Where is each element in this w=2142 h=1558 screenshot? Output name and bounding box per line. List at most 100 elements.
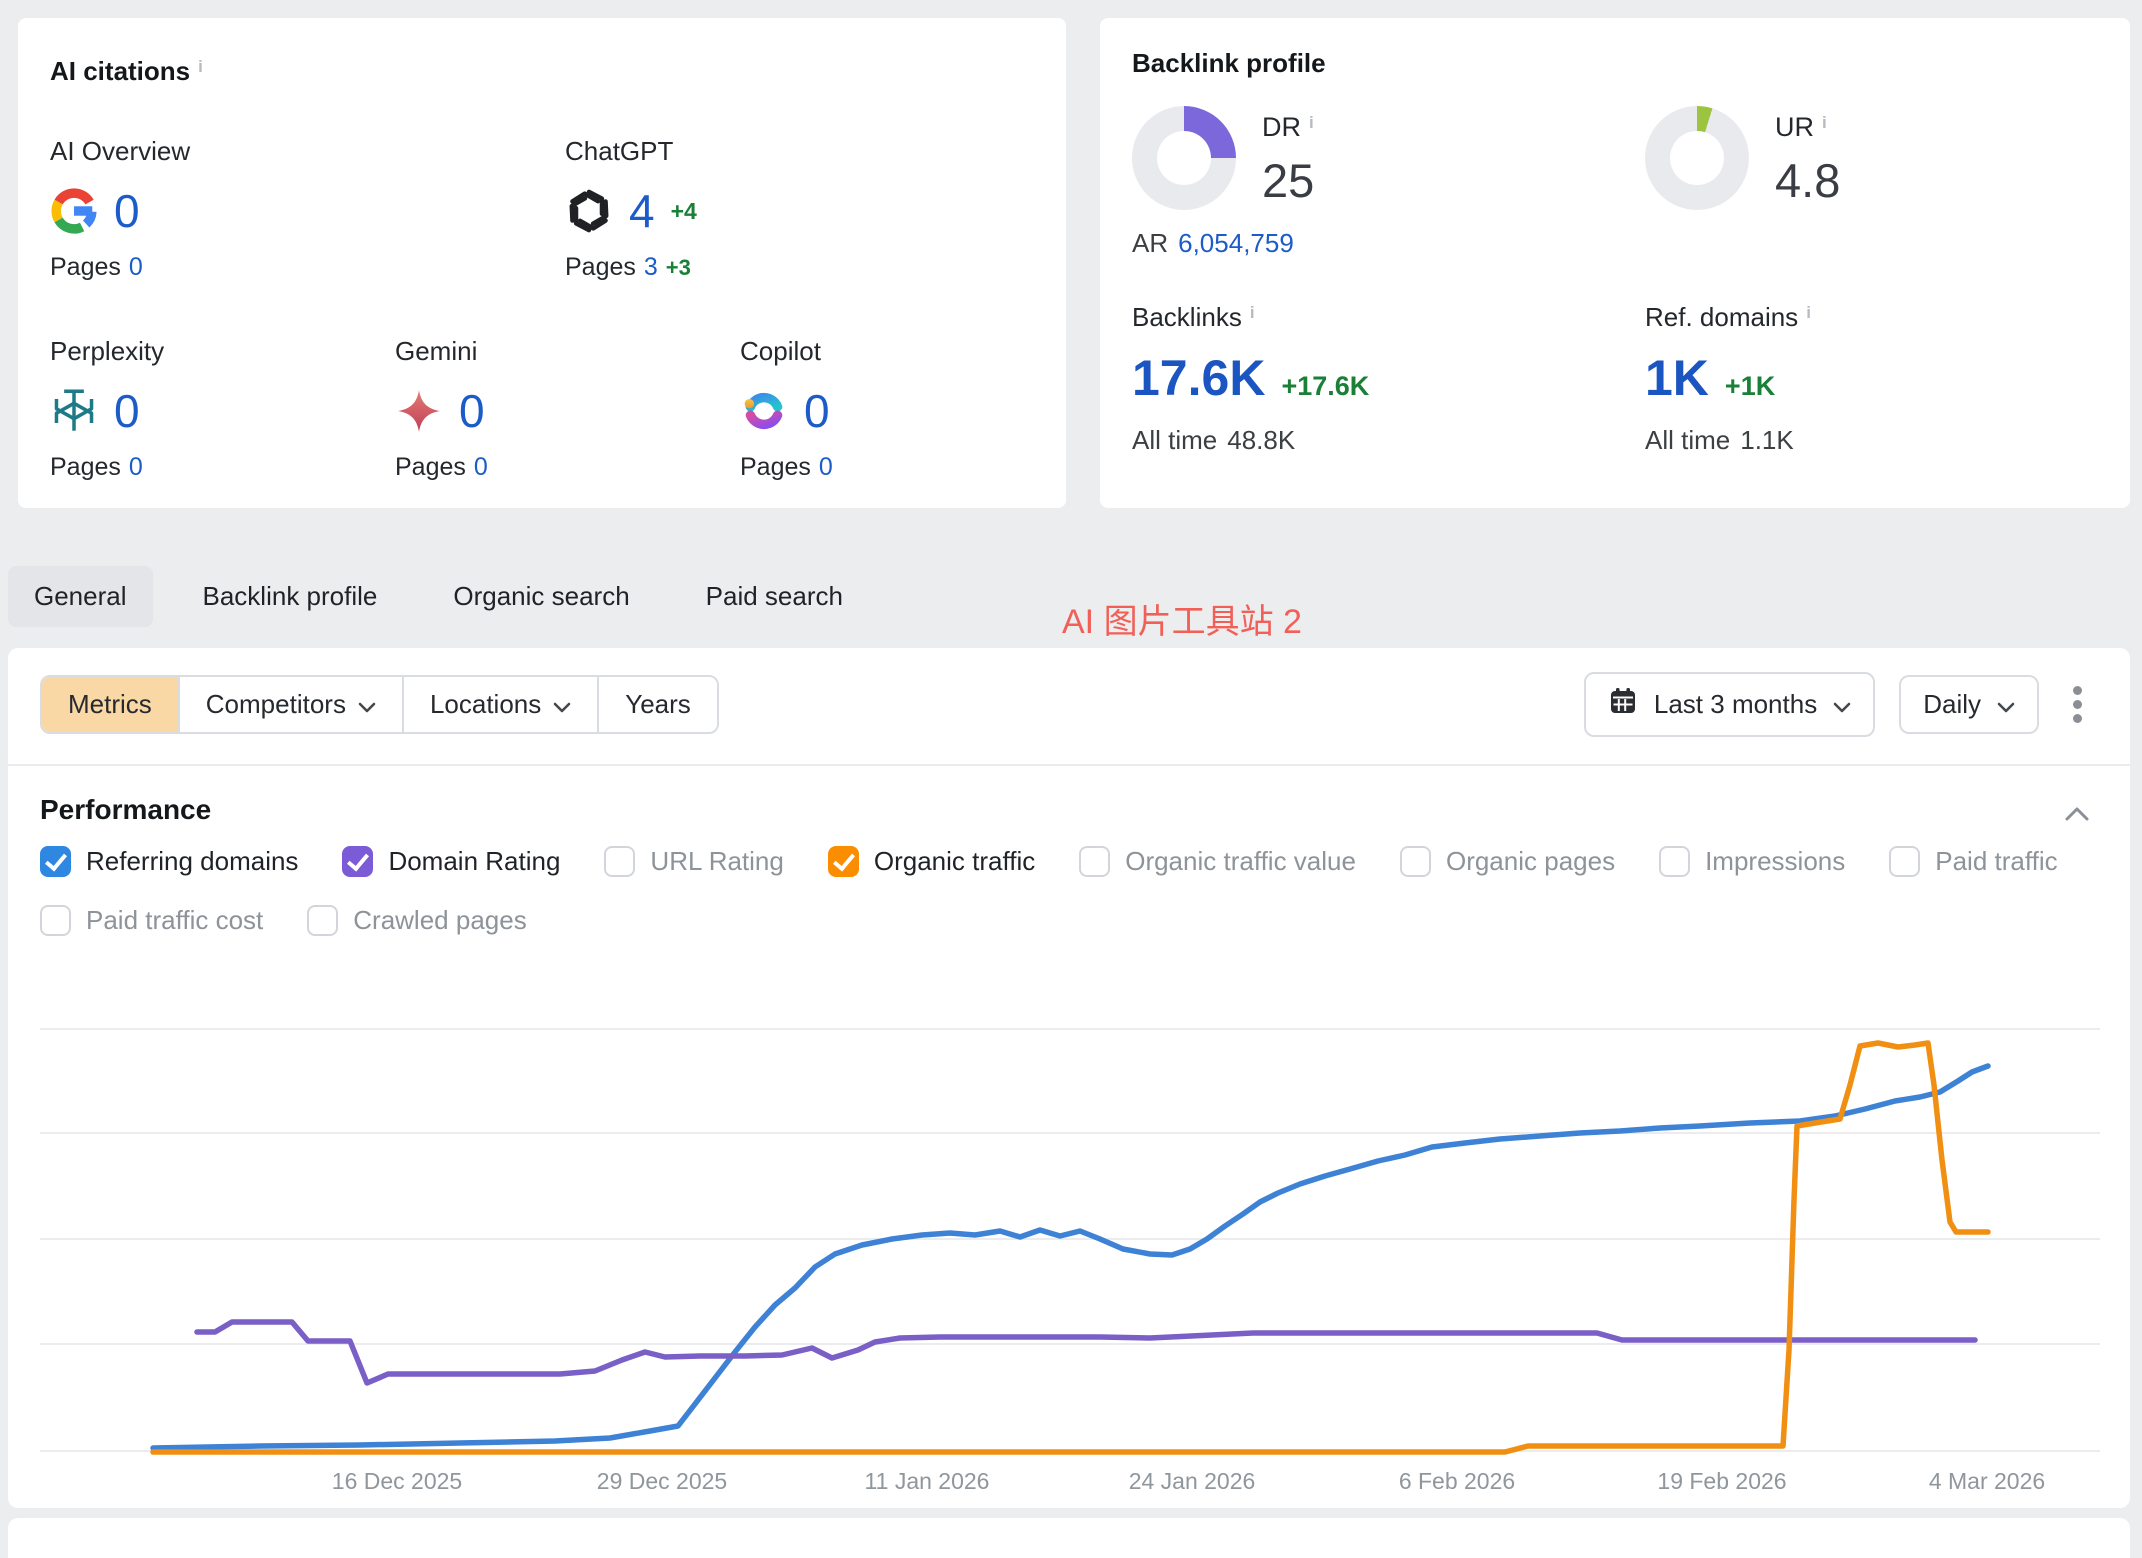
metric-label: Referring domains (86, 846, 298, 877)
x-axis-label: 24 Jan 2026 (1129, 1468, 1256, 1494)
engine-citations-value[interactable]: 0 (114, 384, 140, 438)
backlink-profile-card: Backlink profile DR 25 AR6,054,759 Backl… (1100, 18, 2130, 508)
x-axis-label: 6 Feb 2026 (1399, 1468, 1515, 1494)
segment-locations[interactable]: Locations (404, 677, 599, 732)
segment-years[interactable]: Years (599, 677, 717, 732)
engine-pages-value[interactable]: 0 (474, 453, 488, 481)
checkbox-unchecked[interactable] (1659, 846, 1690, 877)
metric-checkbox-organic-traffic[interactable]: Organic traffic (828, 846, 1035, 877)
engine-name: AI Overview (50, 136, 565, 167)
date-range-button[interactable]: Last 3 months (1584, 672, 1875, 737)
backlinks-value[interactable]: 17.6K (1132, 349, 1265, 407)
x-axis-label: 11 Jan 2026 (865, 1468, 990, 1494)
ahrefs-rank-value[interactable]: 6,054,759 (1178, 228, 1294, 258)
engine-ai-overview: AI Overview0Pages0 (50, 136, 565, 282)
ref-domains-label: Ref. domains (1645, 294, 2115, 333)
ur-donut-chart (1645, 106, 1749, 210)
ai-engines-row-2: Perplexity0Pages0Gemini0Pages0Copilot0Pa… (50, 336, 1085, 482)
performance-card: MetricsCompetitorsLocationsYears Last 3 … (8, 648, 2130, 1508)
x-axis-label: 29 Dec 2025 (597, 1468, 727, 1494)
metric-label: Crawled pages (353, 905, 526, 936)
chevron-down-icon (1833, 689, 1851, 720)
info-icon[interactable] (198, 48, 212, 68)
engine-gemini: Gemini0Pages0 (395, 336, 740, 482)
engine-value-row: 0 (50, 383, 395, 439)
google-icon (50, 187, 98, 235)
x-axis-label: 16 Dec 2025 (332, 1468, 462, 1494)
engine-value-row: 0 (50, 183, 565, 239)
tab-general[interactable]: General (8, 566, 153, 627)
perplexity-icon (50, 387, 98, 435)
chevron-down-icon (358, 689, 376, 720)
metric-checkbox-organic-traffic-value[interactable]: Organic traffic value (1079, 846, 1356, 877)
metric-checkbox-impressions[interactable]: Impressions (1659, 846, 1845, 877)
kebab-menu-icon[interactable] (2063, 677, 2092, 732)
checkbox-unchecked[interactable] (1079, 846, 1110, 877)
checkbox-unchecked[interactable] (1889, 846, 1920, 877)
engine-pages-value[interactable]: 0 (819, 453, 833, 481)
tab-organic-search[interactable]: Organic search (427, 566, 655, 627)
segment-metrics[interactable]: Metrics (42, 677, 180, 732)
backlinks-label: Backlinks (1132, 294, 1602, 333)
metric-checkbox-organic-pages[interactable]: Organic pages (1400, 846, 1615, 877)
checkbox-checked[interactable] (828, 846, 859, 877)
engine-citations-value[interactable]: 0 (459, 384, 485, 438)
performance-chart: 16 Dec 2025 29 Dec 2025 11 Jan 2026 24 Jan … (8, 648, 2130, 1508)
engine-pages-value[interactable]: 0 (129, 453, 143, 481)
checkbox-unchecked[interactable] (1400, 846, 1431, 877)
gemini-icon (395, 387, 443, 435)
checkbox-checked[interactable] (40, 846, 71, 877)
metric-checkbox-domain-rating[interactable]: Domain Rating (342, 846, 560, 877)
metric-label: Impressions (1705, 846, 1845, 877)
metric-checkbox-referring-domains[interactable]: Referring domains (40, 846, 298, 877)
checkbox-unchecked[interactable] (604, 846, 635, 877)
checkbox-checked[interactable] (342, 846, 373, 877)
metric-label: Organic traffic value (1125, 846, 1356, 877)
checkbox-unchecked[interactable] (40, 905, 71, 936)
red-annotation-text: AI 图片工具站 2 (1062, 594, 1302, 643)
ref-domains-alltime: All time1.1K (1645, 425, 2115, 456)
copilot-icon (740, 387, 788, 435)
metric-checkbox-crawled-pages[interactable]: Crawled pages (307, 905, 526, 936)
engine-value-row: 0 (395, 383, 740, 439)
calendar-icon (1608, 686, 1638, 723)
metric-label: Paid traffic cost (86, 905, 263, 936)
backlinks-alltime: All time48.8K (1132, 425, 1602, 456)
engine-citations-value[interactable]: 0 (804, 384, 830, 438)
metric-checkbox-url-rating[interactable]: URL Rating (604, 846, 783, 877)
metric-label: Organic pages (1446, 846, 1615, 877)
x-axis-label: 19 Feb 2026 (1657, 1468, 1786, 1494)
engine-pages-row: Pages0 (50, 453, 395, 482)
backlinks-metric: Backlinks 17.6K +17.6K All time48.8K (1132, 294, 1602, 456)
ref-domains-delta: +1K (1725, 371, 1775, 402)
engine-pages-value[interactable]: 0 (129, 253, 143, 281)
info-icon[interactable] (1806, 294, 1820, 314)
engine-name: ChatGPT (565, 136, 1080, 167)
checkbox-unchecked[interactable] (307, 905, 338, 936)
info-icon[interactable] (1822, 104, 1836, 124)
engine-pages-row: Pages0 (740, 453, 1085, 482)
tab-backlink-profile[interactable]: Backlink profile (177, 566, 404, 627)
chevron-up-icon[interactable] (2064, 806, 2090, 827)
engine-pages-row: Pages3+3 (565, 253, 1080, 282)
metric-checkbox-paid-traffic[interactable]: Paid traffic (1889, 846, 2057, 877)
openai-icon (565, 187, 613, 235)
right-controls: Last 3 months Daily (1584, 672, 2092, 737)
metric-label: Domain Rating (388, 846, 560, 877)
info-icon[interactable] (1309, 104, 1323, 124)
engine-citations-value[interactable]: 4 (629, 184, 655, 238)
ai-citations-card: AI citations AI Overview0Pages0ChatGPT4+… (18, 18, 1066, 508)
ur-value: 4.8 (1775, 153, 1840, 208)
ref-domains-value[interactable]: 1K (1645, 349, 1709, 407)
info-icon[interactable] (1250, 294, 1264, 314)
section-tabs: General Backlink profile Organic search Pai… (8, 566, 869, 627)
engine-citations-value[interactable]: 0 (114, 184, 140, 238)
chevron-down-icon (1997, 689, 2015, 720)
granularity-button[interactable]: Daily (1899, 675, 2039, 734)
series-line-referring-domains (153, 1066, 1988, 1448)
engine-pages-value[interactable]: 3 (644, 253, 658, 281)
tab-paid-search[interactable]: Paid search (680, 566, 869, 627)
segment-competitors[interactable]: Competitors (180, 677, 404, 732)
ref-domains-metric: Ref. domains 1K +1K All time1.1K (1645, 294, 2115, 456)
metric-checkbox-paid-traffic-cost[interactable]: Paid traffic cost (40, 905, 263, 936)
